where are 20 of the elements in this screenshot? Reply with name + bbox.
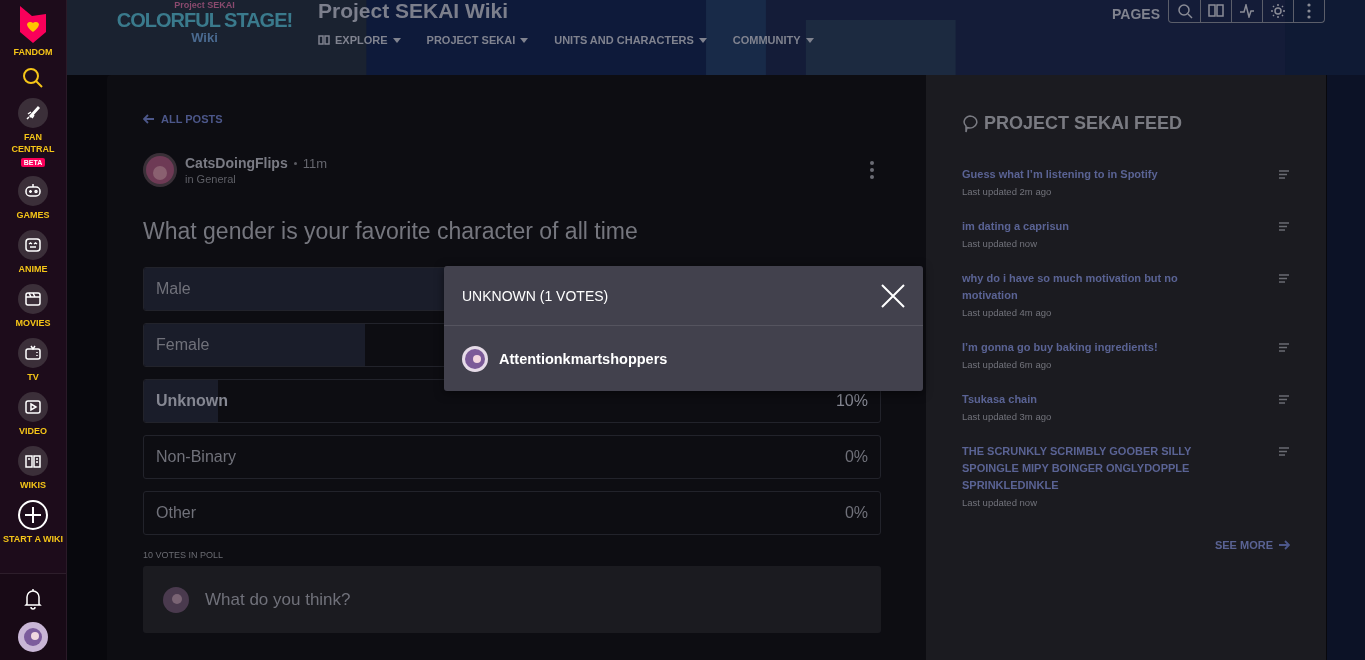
feed-post-time: Last updated 3m ago — [962, 411, 1053, 422]
option-label: Female — [156, 336, 210, 354]
feed-title: PROJECT SEKAI FEED — [984, 113, 1183, 134]
pages-label: PAGES — [1112, 6, 1160, 22]
feed-post-time: Last updated now — [962, 238, 1038, 249]
option-label: Other — [156, 504, 196, 522]
post-time: 11m — [302, 155, 327, 171]
feed-post-time: Last updated 2m ago — [962, 186, 1053, 197]
option-label: Non-Binary — [156, 448, 237, 466]
feed-post-time: Last updated now — [962, 497, 1038, 508]
feed-post-time: Last updated 4m ago — [962, 307, 1053, 318]
feed-post-time: Last updated 6m ago — [962, 359, 1053, 370]
votes-count: 10 VOTES IN POLL — [143, 550, 225, 560]
option-percent: 0% — [844, 504, 868, 522]
option-percent: 10% — [835, 392, 868, 410]
option-percent: 0% — [844, 448, 868, 466]
poll-question: What gender is your favorite character of all time — [143, 217, 639, 245]
option-label: Male — [156, 280, 191, 298]
option-label: Unknown — [156, 392, 228, 410]
dialog-title: UNKNOWN (1 VOTES) — [462, 287, 609, 304]
